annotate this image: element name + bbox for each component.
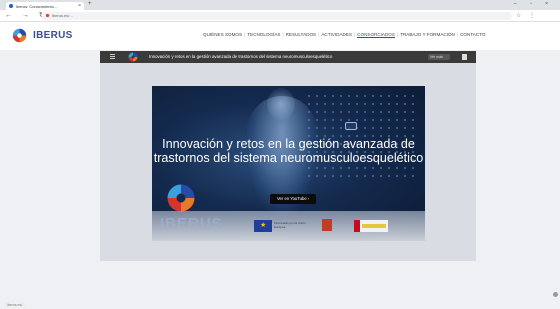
- video-top-bar: Innovación y retos en la gestión avanzad…: [100, 51, 476, 63]
- nav-separator: |: [318, 32, 320, 37]
- more-options-icon[interactable]: [462, 54, 467, 60]
- nav-item-consorciados[interactable]: CONSORCIADOS: [357, 32, 395, 38]
- status-bar: iberus.es/…: [5, 303, 28, 308]
- ministry-logo-icon: [354, 220, 388, 232]
- nav-separator: |: [282, 32, 284, 37]
- watch-on-youtube-button[interactable]: Ver en YouTube ›: [270, 194, 317, 204]
- new-tab-button[interactable]: +: [88, 1, 92, 7]
- brand-name[interactable]: IBERUS: [33, 30, 73, 41]
- government-logo-icon: [322, 219, 332, 231]
- poster-title: Innovación y retos en la gestión avanzad…: [153, 137, 424, 165]
- channel-logo-icon[interactable]: [128, 52, 138, 62]
- nav-item-resultados[interactable]: RESULTADOS: [286, 32, 316, 38]
- nav-item-actividades[interactable]: ACTIVIDADES: [321, 32, 352, 38]
- video-embed[interactable]: Innovación y retos en la gestión avanzad…: [100, 51, 476, 261]
- browser-tab[interactable]: Iberus: Conocimiento... ×: [6, 2, 84, 10]
- site-header: IBERUS QUIÉNES SOMOS | TECNOLOGÍAS | RES…: [0, 22, 560, 50]
- share-button[interactable]: Ver más: [428, 54, 450, 60]
- main-navigation: QUIÉNES SOMOS | TECNOLOGÍAS | RESULTADOS…: [203, 32, 485, 38]
- url-text: iberus.es/…: [52, 13, 74, 18]
- iberus-logo-icon[interactable]: [12, 28, 27, 43]
- funding-text: Financiado por la Unión Europea: [274, 221, 306, 229]
- iberus-swirl-logo-icon: [167, 184, 195, 212]
- video-poster[interactable]: Innovación y retos en la gestión avanzad…: [152, 86, 425, 241]
- extension-icons[interactable]: ☆ ⋮: [516, 12, 538, 19]
- screen-icon: [345, 122, 357, 130]
- url-field[interactable]: iberus.es/…: [42, 12, 512, 20]
- scroll-to-top-icon[interactable]: [553, 292, 558, 297]
- site-info-icon[interactable]: [46, 14, 49, 17]
- nav-item-quienes-somos[interactable]: QUIÉNES SOMOS: [203, 32, 242, 38]
- menu-icon[interactable]: [110, 54, 115, 59]
- nav-item-tecnologias[interactable]: TECNOLOGÍAS: [247, 32, 280, 38]
- nav-separator: |: [456, 32, 459, 37]
- address-bar-row: ← → ↻ ⌂ iberus.es/… ☆ ⋮: [0, 10, 560, 22]
- browser-tab-bar: Iberus: Conocimiento... × + – ▫ ×: [0, 0, 560, 10]
- eu-flag-icon: [254, 220, 272, 232]
- nav-item-trabajo-formacion[interactable]: TRABAJO Y FORMACIÓN: [400, 32, 455, 38]
- nav-separator: |: [396, 32, 399, 37]
- video-title[interactable]: Innovación y retos en la gestión avanzad…: [149, 54, 332, 59]
- nav-item-contacto[interactable]: CONTACTO: [460, 32, 485, 38]
- nav-separator: |: [244, 32, 246, 37]
- poster-brand: IBERUS: [160, 215, 223, 232]
- tab-title: Iberus: Conocimiento...: [16, 3, 58, 9]
- nav-separator: |: [353, 32, 356, 37]
- tab-close-icon[interactable]: ×: [78, 3, 81, 9]
- window-controls[interactable]: – ▫ ×: [514, 1, 554, 7]
- tab-favicon-icon: [9, 4, 13, 8]
